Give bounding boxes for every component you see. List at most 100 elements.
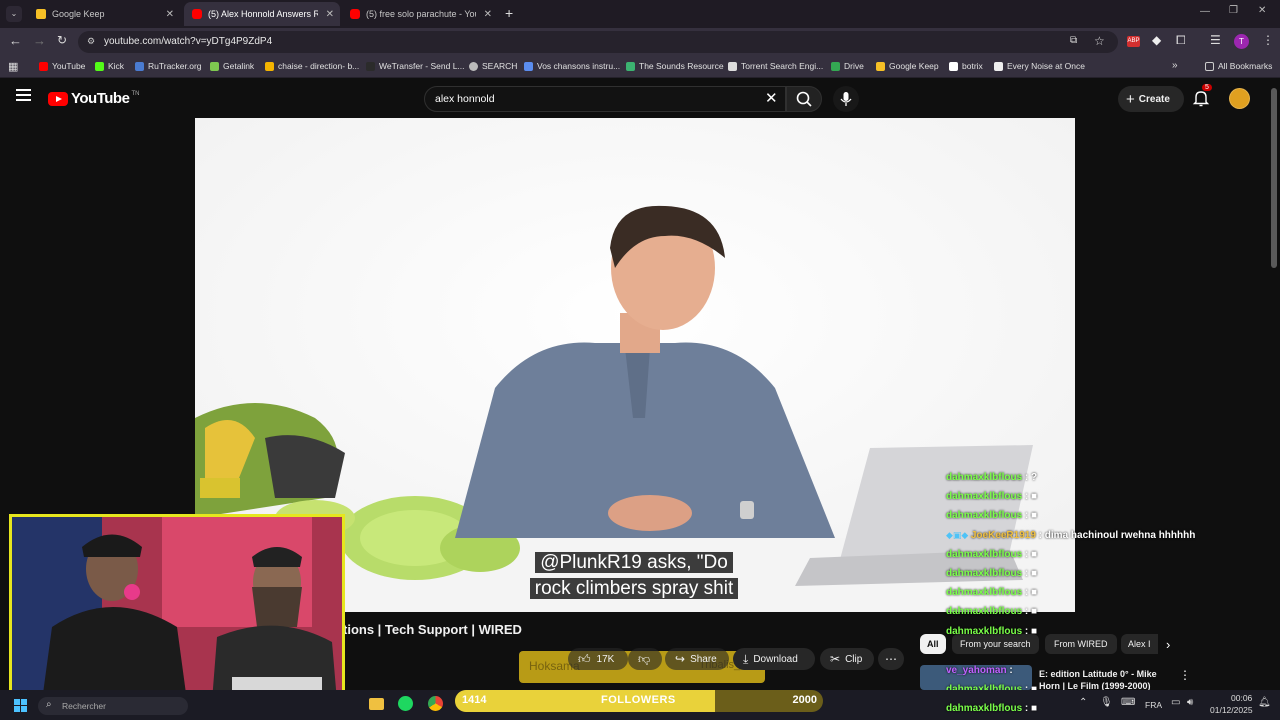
youtube-logo[interactable]: YouTube TN [48,90,139,107]
chrome-icon[interactable] [428,696,443,711]
chip-from-your-search[interactable]: From your search [952,634,1039,654]
more-actions-button[interactable]: ⋯ [878,648,904,670]
chat-message: dahmaxklbflous : ■ [946,549,1038,560]
chat-message: dahmaxklbflous : ■ [946,510,1038,521]
share-icon: ↪ [675,652,686,666]
video-caption: @PlunkR19 asks, "Do rock climbers spray … [513,550,755,602]
more-vertical-icon[interactable]: ⋮ [1179,668,1191,682]
bookmark-google-keep[interactable]: Google Keep [876,61,939,71]
bookmark-getalink[interactable]: Getalink [210,61,254,71]
chat-message: ve_yahoman : [946,665,1013,676]
extensions-puzzle-icon[interactable]: ⧠ [1176,33,1186,48]
chat-username: dahmaxklbflous [946,472,1023,483]
chevron-right-icon[interactable]: » [1172,60,1178,71]
site-info-icon[interactable]: ⚙ [87,36,95,47]
input-language[interactable]: FRA [1145,700,1162,710]
close-icon[interactable]: ✕ [166,9,174,20]
search-button[interactable] [786,86,822,112]
bookmark-youtube[interactable]: YouTube [39,61,85,71]
file-explorer-icon[interactable] [369,698,384,710]
all-bookmarks[interactable]: All Bookmarks [1205,61,1272,71]
chevron-up-icon[interactable]: ⌃ [1079,697,1087,708]
adblock-icon[interactable]: ABP [1127,36,1140,47]
spotify-icon[interactable] [398,696,413,711]
chaise-icon [265,61,274,71]
reading-list-icon[interactable]: ☰ [1210,33,1221,47]
youtube-play-icon [48,91,68,106]
chip-from-wired[interactable]: From WIRED [1045,634,1117,654]
voice-search-button[interactable] [833,86,859,112]
install-app-icon[interactable]: ⧉ [1070,35,1077,46]
bookmark-search[interactable]: SEARCH [469,61,517,71]
clip-button[interactable]: ✂ Clip [820,648,874,670]
search-input[interactable]: alex honnold ✕ [424,86,786,112]
close-window-button[interactable]: ✕ [1258,5,1266,16]
page-scrollbar[interactable] [1271,88,1277,268]
clear-search-icon[interactable]: ✕ [765,89,778,107]
thumbs-up-icon: 👍︎ [578,651,591,666]
profile-avatar[interactable]: T [1234,34,1249,49]
bookmark-star-icon[interactable]: ☆ [1094,34,1105,48]
keep-icon [876,61,885,71]
bookmark-rutracker[interactable]: RuTracker.org [135,61,202,71]
bookmark-every-noise[interactable]: Every Noise at Once [994,61,1085,71]
download-button[interactable]: ⤓ Download [733,648,815,670]
share-label: Share [690,653,717,665]
minimize-button[interactable]: — [1200,6,1210,17]
network-icon[interactable]: ▭ [1171,697,1180,708]
microphone-tray-icon[interactable]: 🎙︎ [1100,697,1113,708]
logo-text: YouTube [71,90,130,107]
clock-date[interactable]: 01/12/2025 [1210,705,1253,715]
chat-username: ve_yahoman [946,665,1007,676]
keep-icon [36,9,46,19]
close-icon[interactable]: ✕ [484,9,492,20]
wetransfer-icon [366,61,375,71]
youtube-icon [350,9,360,19]
bookmark-kick[interactable]: Kick [95,61,124,71]
tab-alex-honnold[interactable]: (5) Alex Honnold Answers Rock ✕ [184,2,340,26]
chevron-right-icon[interactable]: › [1166,637,1170,652]
extension-diamond-icon[interactable]: ◆ [1152,33,1161,47]
close-icon[interactable]: ✕ [326,9,334,20]
keyboard-icon[interactable]: ⌨ [1121,697,1135,708]
restore-button[interactable]: ❐ [1229,5,1238,16]
getalink-icon [210,61,219,71]
taskbar-search[interactable]: ⌕ Rechercher [38,697,188,715]
bookmark-vos-chansons[interactable]: Vos chansons instru... [524,61,620,71]
forward-icon[interactable]: → [33,33,46,48]
bookmark-wetransfer[interactable]: WeTransfer - Send L... [366,61,465,71]
browser-menu-icon[interactable]: ⋮ [1262,33,1274,47]
recommended-title[interactable]: E: edition Latitude 0° - Mike Horn | Le … [1039,668,1157,692]
chip-all[interactable]: All [920,634,946,654]
bookmark-chaise[interactable]: chaise - direction- b... [265,61,359,71]
address-bar[interactable]: ⚙ youtube.com/watch?v=yDTg4P9ZdP4 ⧉ ☆ [78,31,1118,53]
caption-line-1: @PlunkR19 asks, "Do [535,552,733,573]
tab-search-button[interactable]: ⌄ [6,6,22,22]
dislike-button[interactable]: 👎︎ [628,648,662,670]
volume-icon[interactable]: 🔊︎ [1187,697,1193,708]
avatar[interactable] [1229,88,1250,109]
notifications-button[interactable]: 5 [1192,84,1212,107]
share-button[interactable]: ↪ Share [665,648,729,670]
tab-title: (5) free solo parachute - YouTu [366,9,476,19]
notification-center-icon[interactable]: 🔔︎ [1258,697,1271,708]
bookmark-botrix[interactable]: botrix [949,61,983,71]
reload-icon[interactable]: ↻ [57,33,67,47]
scissors-icon: ✂ [830,652,841,666]
windows-start-icon[interactable] [14,699,27,712]
bookmark-sounds-resource[interactable]: The Sounds Resource [626,61,724,71]
chip-alex[interactable]: Alex I [1121,634,1158,654]
bookmark-torrent-search[interactable]: Torrent Search Engi... [728,61,823,71]
new-tab-button[interactable]: + [505,5,513,21]
browser-toolbar: ← → ↻ ⚙ youtube.com/watch?v=yDTg4P9ZdP4 … [0,28,1280,56]
create-button[interactable]: + Create [1118,86,1184,112]
bookmark-drive[interactable]: Drive [831,61,864,71]
apps-grid-icon[interactable]: ▦ [8,60,18,73]
tab-google-keep[interactable]: Google Keep ✕ [28,2,180,26]
back-icon[interactable]: ← [9,33,22,48]
chat-badges-icon: ◆▣◆ [946,530,971,540]
clock-time[interactable]: 00:06 [1231,693,1252,703]
hamburger-menu-icon[interactable] [16,89,31,101]
like-button[interactable]: 👍︎ 17K [568,648,628,670]
tab-free-solo[interactable]: (5) free solo parachute - YouTu ✕ [342,2,498,26]
